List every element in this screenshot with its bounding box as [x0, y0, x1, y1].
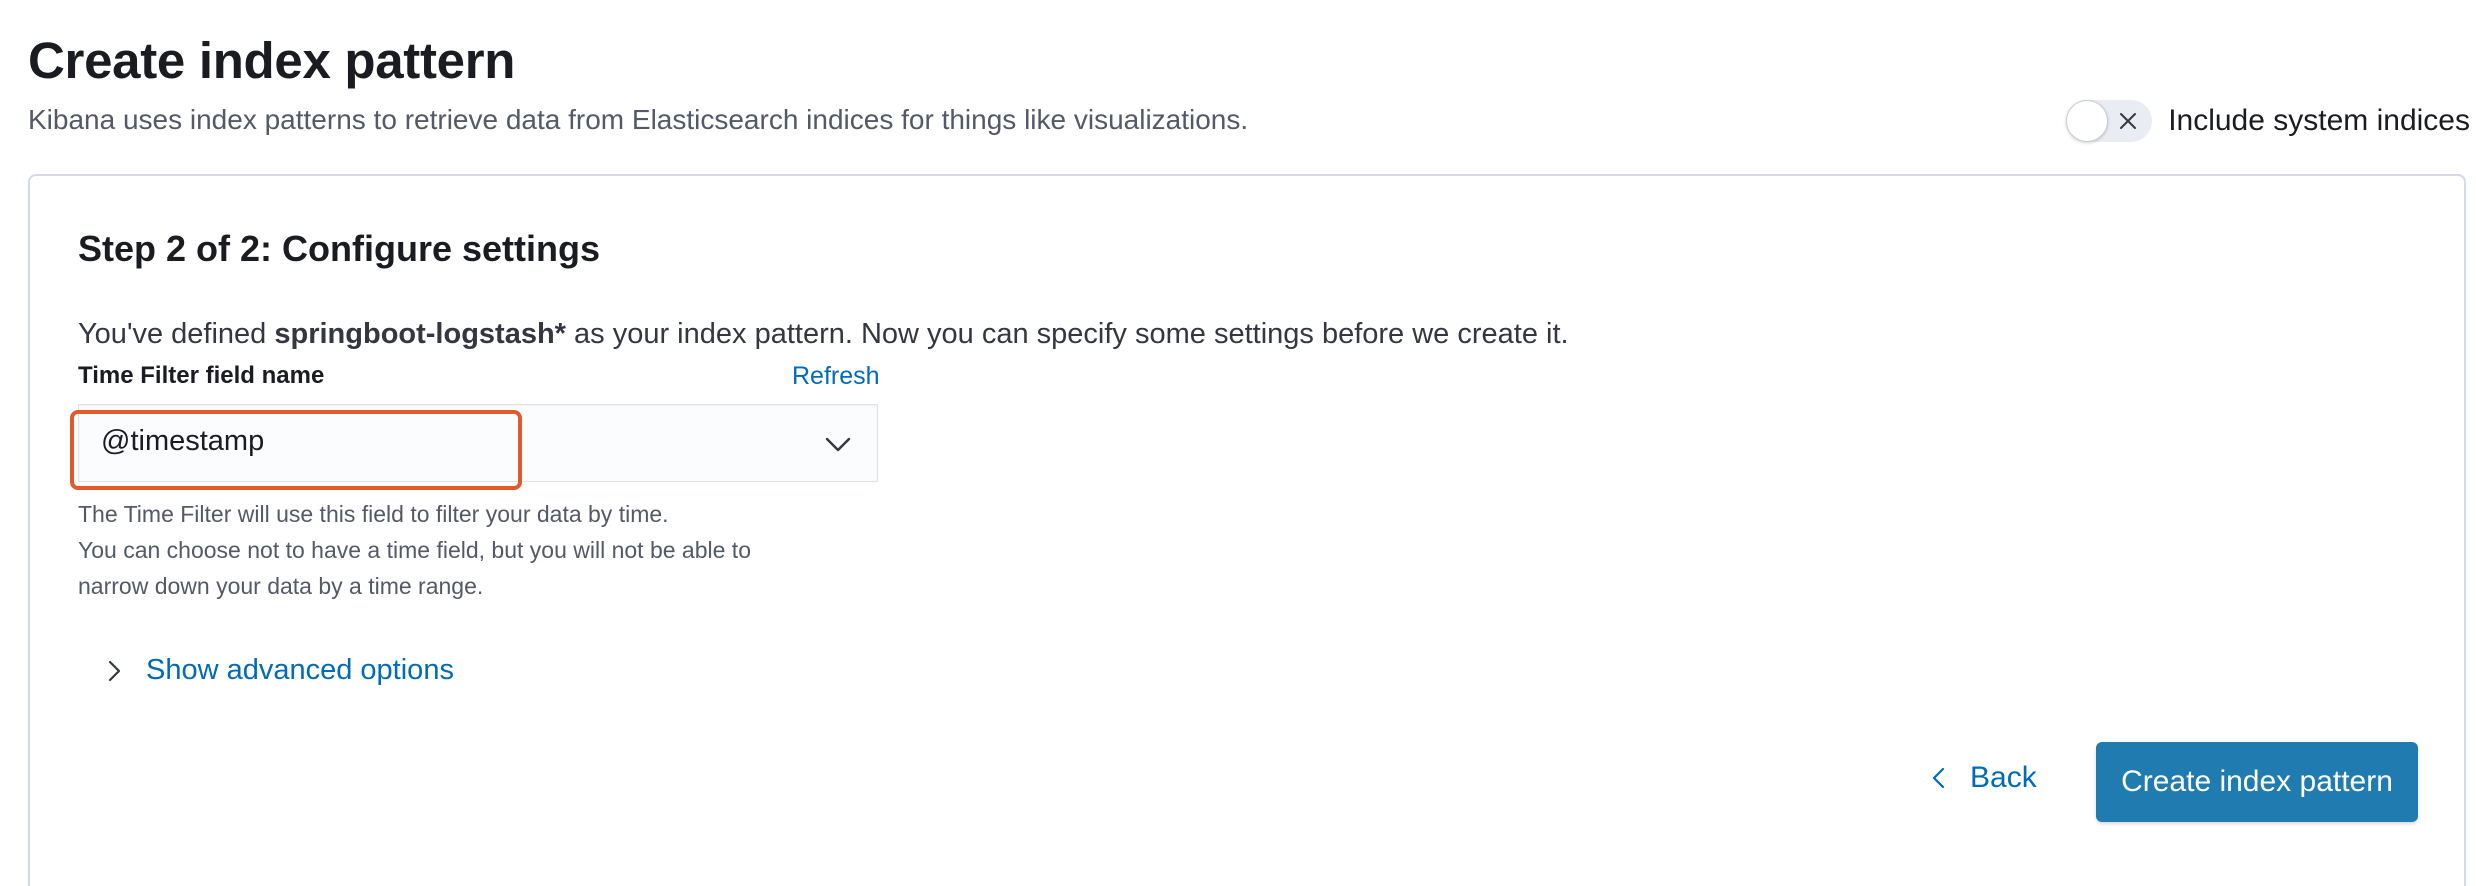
time-filter-field-select[interactable]: @timestamp [78, 404, 878, 482]
time-filter-selected-value: @timestamp [101, 425, 265, 457]
time-filter-help-text: The Time Filter will use this field to f… [78, 496, 751, 604]
show-advanced-options-button[interactable]: Show advanced options [102, 654, 454, 687]
page-subtitle: Kibana uses index patterns to retrieve d… [28, 104, 1249, 135]
chevron-right-icon [108, 660, 121, 681]
refresh-link[interactable]: Refresh [792, 362, 880, 391]
back-button[interactable]: Back [1928, 761, 2037, 795]
time-filter-field-label: Time Filter field name [78, 362, 325, 389]
advanced-options-label: Show advanced options [146, 654, 454, 686]
help-line: You can choose not to have a time field,… [78, 537, 751, 563]
help-line: The Time Filter will use this field to f… [78, 501, 669, 527]
switch-knob [2066, 100, 2109, 142]
create-index-pattern-button[interactable]: Create index pattern [2096, 742, 2418, 822]
description-prefix: You've defined [78, 318, 275, 350]
help-line: narrow down your data by a time range. [78, 573, 484, 599]
create-index-pattern-page: Create index pattern Kibana uses index p… [0, 0, 2476, 886]
index-pattern-description: You've defined springboot-logstash* as y… [78, 318, 1569, 351]
description-suffix: as your index pattern. Now you can speci… [565, 318, 1569, 350]
page-title: Create index pattern [28, 32, 516, 89]
configure-settings-panel: Step 2 of 2: Configure settings You've d… [28, 174, 2466, 886]
chevron-left-icon [1932, 767, 1945, 789]
system-indices-switch[interactable] [2066, 100, 2153, 142]
system-indices-label: Include system indices [2168, 104, 2470, 137]
step-title: Step 2 of 2: Configure settings [78, 228, 601, 269]
include-system-indices-toggle[interactable]: Include system indices [2066, 100, 2470, 142]
back-label: Back [1970, 761, 2037, 794]
chevron-down-icon [825, 437, 851, 452]
close-icon [2120, 113, 2137, 129]
index-pattern-name: springboot-logstash* [274, 318, 566, 350]
